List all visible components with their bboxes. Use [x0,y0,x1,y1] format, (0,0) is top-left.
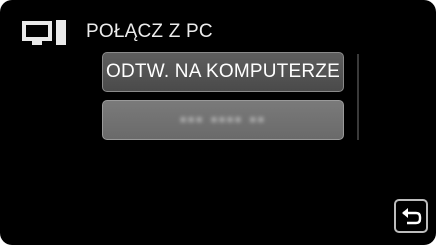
scroll-divider [357,54,359,140]
title-bar: POŁĄCZ Z PC [22,18,213,46]
pc-icon [22,18,78,46]
camera-screen: POŁĄCZ Z PC ODTW. NA KOMPUTERZE ▪▪▪ ▪▪▪▪… [0,0,436,245]
disabled-menu-button[interactable]: ▪▪▪ ▪▪▪▪ ▪▪ [102,100,344,140]
return-arrow-icon [402,208,422,225]
disabled-menu-label: ▪▪▪ ▪▪▪▪ ▪▪ [180,110,266,129]
monitor-shape [22,21,52,41]
tower-shape [56,20,66,45]
play-on-pc-button[interactable]: ODTW. NA KOMPUTERZE [102,52,344,92]
monitor-stand-shape [32,41,42,45]
back-button[interactable] [394,199,428,233]
page-title: POŁĄCZ Z PC [86,21,213,42]
play-on-pc-label: ODTW. NA KOMPUTERZE [106,61,340,82]
